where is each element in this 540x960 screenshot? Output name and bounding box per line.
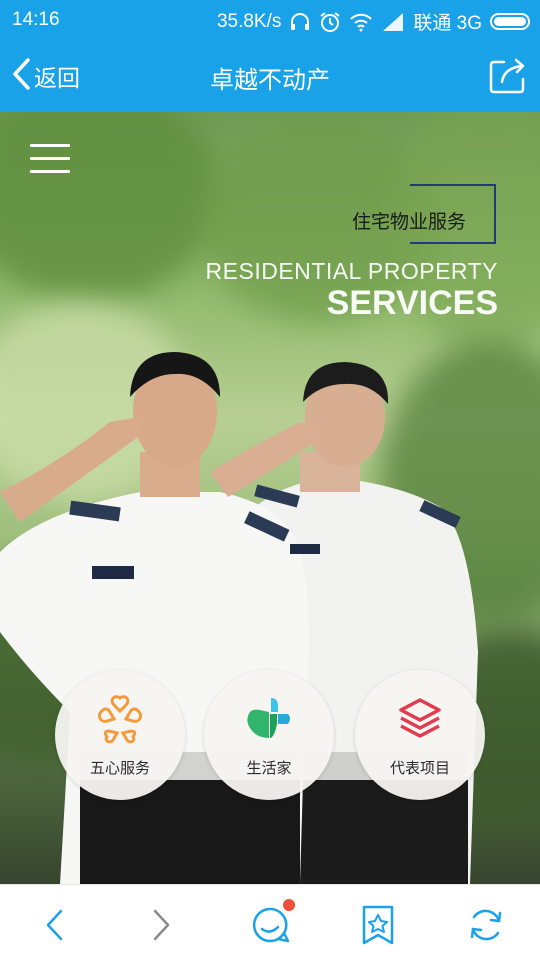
back-arrow-icon[interactable] (34, 903, 78, 947)
hamburger-menu-icon[interactable] (30, 144, 70, 176)
service-title: 住宅物业服务 (352, 212, 467, 233)
bookmark-star-icon[interactable] (356, 903, 400, 947)
forward-arrow-icon[interactable] (138, 903, 182, 947)
layers-icon (399, 698, 441, 738)
signal-icon (381, 12, 405, 31)
status-time: 14:16 (12, 9, 60, 30)
wifi-icon (349, 12, 373, 32)
five-hearts-icon (97, 695, 143, 744)
back-label: 返回 (34, 65, 80, 91)
circle-label: 生活家 (246, 760, 292, 777)
notification-dot (283, 899, 295, 911)
life-home-icon (247, 698, 290, 738)
service-subtitle-en-bold: SERVICES (326, 284, 498, 322)
page-title: 卓越不动产 (210, 67, 330, 94)
battery-icon (490, 13, 530, 30)
status-bar: 14:16 35.8K/s 联通 3G (0, 0, 540, 40)
headphones-icon (289, 12, 311, 32)
life-home-button[interactable]: 生活家 (204, 670, 334, 800)
service-subtitle-en: RESIDENTIAL PROPERTY (205, 258, 498, 284)
five-hearts-service-button[interactable]: 五心服务 (55, 670, 185, 800)
circle-label: 五心服务 (89, 760, 150, 777)
hero-banner: 住宅物业服务 RESIDENTIAL PROPERTY SERVICES 五心服… (0, 112, 540, 884)
refresh-icon[interactable] (464, 903, 508, 947)
circle-label: 代表项目 (389, 760, 450, 777)
status-right-group: 35.8K/s 联通 3G (217, 8, 530, 35)
network-speed: 35.8K/s (216, 10, 282, 32)
chevron-left-icon (10, 57, 32, 96)
alarm-icon (319, 11, 341, 33)
representative-projects-button[interactable]: 代表项目 (355, 670, 485, 800)
app-header: 返回 卓越不动产 (0, 40, 540, 112)
share-icon[interactable] (488, 56, 528, 96)
back-button[interactable]: 返回 (10, 56, 80, 96)
bottom-navigation-bar (0, 884, 540, 960)
carrier-label: 联通 3G (413, 13, 482, 34)
